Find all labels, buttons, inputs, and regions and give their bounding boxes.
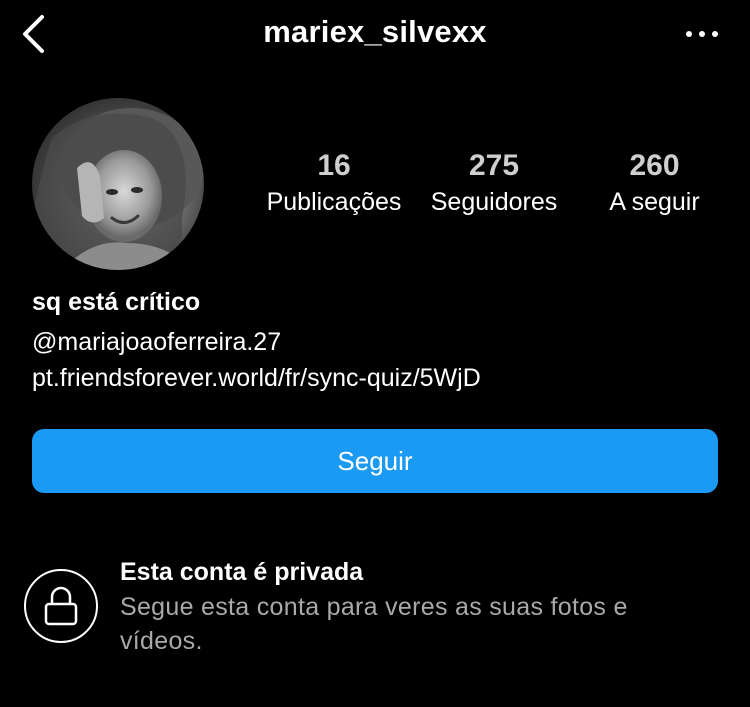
bio-name: sq está crítico (32, 288, 201, 316)
stat-followers[interactable]: 275 Seguidores (420, 150, 568, 217)
profile-page: mariex_silvexx 16 Publicações 275 Seguid… (0, 0, 750, 707)
stat-following[interactable]: 260 A seguir (597, 150, 712, 217)
follow-button[interactable]: Seguir (32, 429, 718, 493)
followers-count: 275 (468, 149, 520, 182)
bio-website-link[interactable]: pt.friendsforever.world/fr/sync-quiz/5Wj… (32, 364, 481, 393)
lock-icon (44, 586, 78, 626)
followers-label: Seguidores (430, 188, 558, 216)
following-count: 260 (629, 149, 680, 182)
stat-posts[interactable]: 16 Publicações (261, 150, 407, 217)
avatar-image (32, 108, 204, 270)
private-account-description: Segue esta conta para veres as suas foto… (120, 593, 628, 655)
following-label: A seguir (609, 188, 700, 216)
profile-username: mariex_silvexx (263, 14, 487, 49)
avatar[interactable] (32, 98, 204, 270)
bio-mention-link[interactable]: @mariajoaoferreira.27 (32, 328, 281, 357)
lock-icon-circle (24, 569, 98, 643)
private-account-title: Esta conta é privada (120, 558, 364, 586)
more-options-button[interactable] (680, 22, 724, 46)
more-horizontal-icon (683, 31, 722, 37)
posts-count: 16 (317, 149, 351, 182)
posts-label: Publicações (266, 188, 402, 216)
